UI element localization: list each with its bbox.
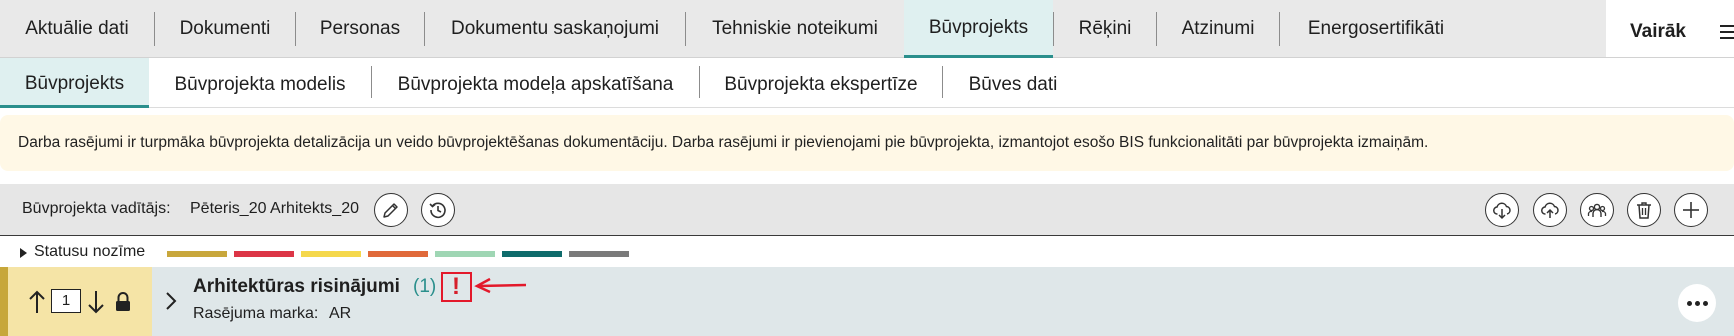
tab-aktualie-dati[interactable]: Aktuālie dati [0, 0, 154, 58]
tab-dokumentu-saskanojumi[interactable]: Dokumentu saskaņojumi [425, 0, 685, 58]
drawing-mark-label: Rasējuma marka: [193, 305, 319, 322]
chevron-right-icon[interactable] [164, 290, 178, 312]
more-menu-button[interactable]: Vairāk [1630, 0, 1686, 58]
download-button[interactable] [1485, 193, 1519, 227]
dot [1703, 301, 1708, 306]
lock-icon [116, 292, 130, 311]
order-input[interactable]: 1 [51, 289, 81, 313]
project-manager-bar: Būvprojekta vadītājs: Pēteris_20 Arhitek… [0, 184, 1734, 236]
status-swatch [234, 251, 294, 257]
tab-tehniskie-noteikumi[interactable]: Tehniskie noteikumi [686, 0, 904, 58]
cloud-download-icon [1493, 202, 1511, 220]
arrow-up-icon[interactable] [27, 289, 47, 315]
dot [1687, 301, 1692, 306]
status-legend-label[interactable]: Statusu nozīme [34, 242, 145, 262]
tab-dokumenti[interactable]: Dokumenti [155, 0, 295, 58]
history-button[interactable] [421, 193, 455, 227]
trash-icon [1637, 202, 1651, 219]
section-row[interactable]: 1 Arhitektūras risinājumi (1) ! Rasējuma… [0, 267, 1734, 336]
participants-button[interactable] [1580, 193, 1614, 227]
tab-personas[interactable]: Personas [296, 0, 424, 58]
tab-rekini[interactable]: Rēķini [1054, 0, 1156, 58]
status-swatch [502, 251, 562, 257]
subtab-ekspertize[interactable]: Būvprojekta ekspertīze [700, 58, 942, 108]
top-navigation: Aktuālie dati Dokumenti Personas Dokumen… [0, 0, 1734, 58]
upload-button[interactable] [1533, 193, 1567, 227]
status-swatch [167, 251, 227, 257]
status-swatch [368, 251, 428, 257]
dot [1695, 301, 1700, 306]
tab-buvprojekts[interactable]: Būvprojekts [904, 0, 1053, 58]
subtab-buvprojekta-modelis[interactable]: Būvprojekta modelis [150, 58, 370, 108]
group-icon [1587, 203, 1607, 217]
section-count: (1) [413, 276, 437, 297]
delete-button[interactable] [1627, 193, 1661, 227]
status-stripe [0, 267, 8, 336]
cloud-upload-icon [1541, 202, 1559, 218]
info-banner: Darba rasējumi ir turpmāka būvprojekta d… [0, 115, 1734, 171]
more-actions-button[interactable] [1678, 284, 1716, 322]
annotation-arrow-icon [474, 277, 526, 294]
hamburger-icon[interactable] [1720, 25, 1734, 39]
subtab-buves-dati[interactable]: Būves dati [943, 58, 1083, 108]
manager-label: Būvprojekta vadītājs: [22, 200, 171, 217]
drawing-mark-value: AR [329, 305, 352, 322]
tab-energosertifikati[interactable]: Energosertifikāti [1280, 0, 1472, 58]
subtab-buvprojekts[interactable]: Būvprojekts [0, 58, 149, 108]
subtab-modela-apskatisana[interactable]: Būvprojekta modeļa apskatīšana [372, 58, 699, 108]
manager-name: Pēteris_20 Arhitekts_20 [190, 200, 359, 217]
plus-icon [1683, 202, 1699, 218]
edit-manager-button[interactable] [374, 193, 408, 227]
row-ordering-panel: 1 [0, 267, 152, 336]
alert-indicator[interactable]: ! [441, 272, 472, 302]
arrow-down-icon[interactable] [86, 289, 106, 315]
status-swatch [435, 251, 495, 257]
tab-atzinumi[interactable]: Atzinumi [1157, 0, 1279, 58]
history-icon [429, 202, 446, 219]
caret-right-icon[interactable] [20, 248, 27, 258]
section-title[interactable]: Arhitektūras risinājumi [193, 276, 400, 298]
pencil-icon [383, 203, 398, 218]
sub-navigation: Būvprojekts Būvprojekta modelis Būvproje… [0, 58, 1734, 108]
exclamation-icon: ! [452, 273, 460, 300]
status-swatch [301, 251, 361, 257]
add-button[interactable] [1674, 193, 1708, 227]
status-swatch [569, 251, 629, 257]
